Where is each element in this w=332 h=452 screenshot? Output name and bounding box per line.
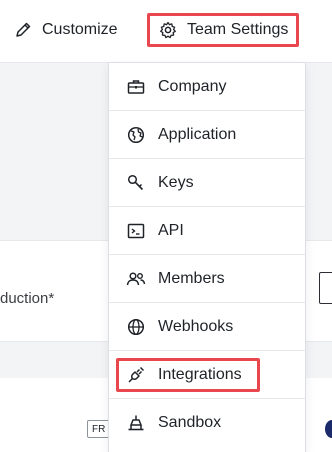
menu-item-sandbox[interactable]: Sandbox	[109, 399, 305, 447]
menu-item-integrations[interactable]: Integrations	[109, 351, 305, 399]
customize-button[interactable]: Customize	[14, 14, 118, 46]
briefcase-icon	[126, 77, 146, 97]
field-label: duction*	[0, 290, 55, 307]
key-icon	[126, 173, 146, 193]
sandbox-icon	[126, 413, 146, 433]
pencil-icon	[14, 21, 32, 39]
globe-grid-icon	[126, 317, 146, 337]
plug-icon	[126, 365, 146, 385]
menu-item-keys[interactable]: Keys	[109, 159, 305, 207]
menu-item-application[interactable]: Application	[109, 111, 305, 159]
members-icon	[126, 269, 146, 289]
top-bar: Customize Team Settings	[0, 0, 332, 63]
menu-item-members[interactable]: Members	[109, 255, 305, 303]
team-settings-label: Team Settings	[187, 21, 289, 38]
menu-item-label: Application	[158, 125, 237, 143]
menu-item-webhooks[interactable]: Webhooks	[109, 303, 305, 351]
globe-icon	[126, 125, 146, 145]
menu-item-api[interactable]: API	[109, 207, 305, 255]
menu-item-label: Keys	[158, 173, 194, 191]
gear-icon	[159, 21, 177, 39]
team-settings-button[interactable]: Team Settings	[147, 13, 299, 47]
customize-label: Customize	[42, 21, 118, 38]
flag-icon	[325, 420, 332, 438]
menu-item-label: Members	[158, 269, 225, 287]
team-settings-menu: Company Application Keys API Members Web…	[108, 62, 306, 452]
menu-item-label: Company	[158, 77, 227, 95]
menu-item-label: API	[158, 221, 184, 239]
menu-item-company[interactable]: Company	[109, 63, 305, 111]
menu-item-label: Webhooks	[158, 317, 234, 335]
field-input[interactable]	[319, 272, 332, 304]
menu-item-label: Sandbox	[158, 414, 222, 431]
menu-item-label: Integrations	[158, 365, 242, 383]
terminal-icon	[126, 221, 146, 241]
